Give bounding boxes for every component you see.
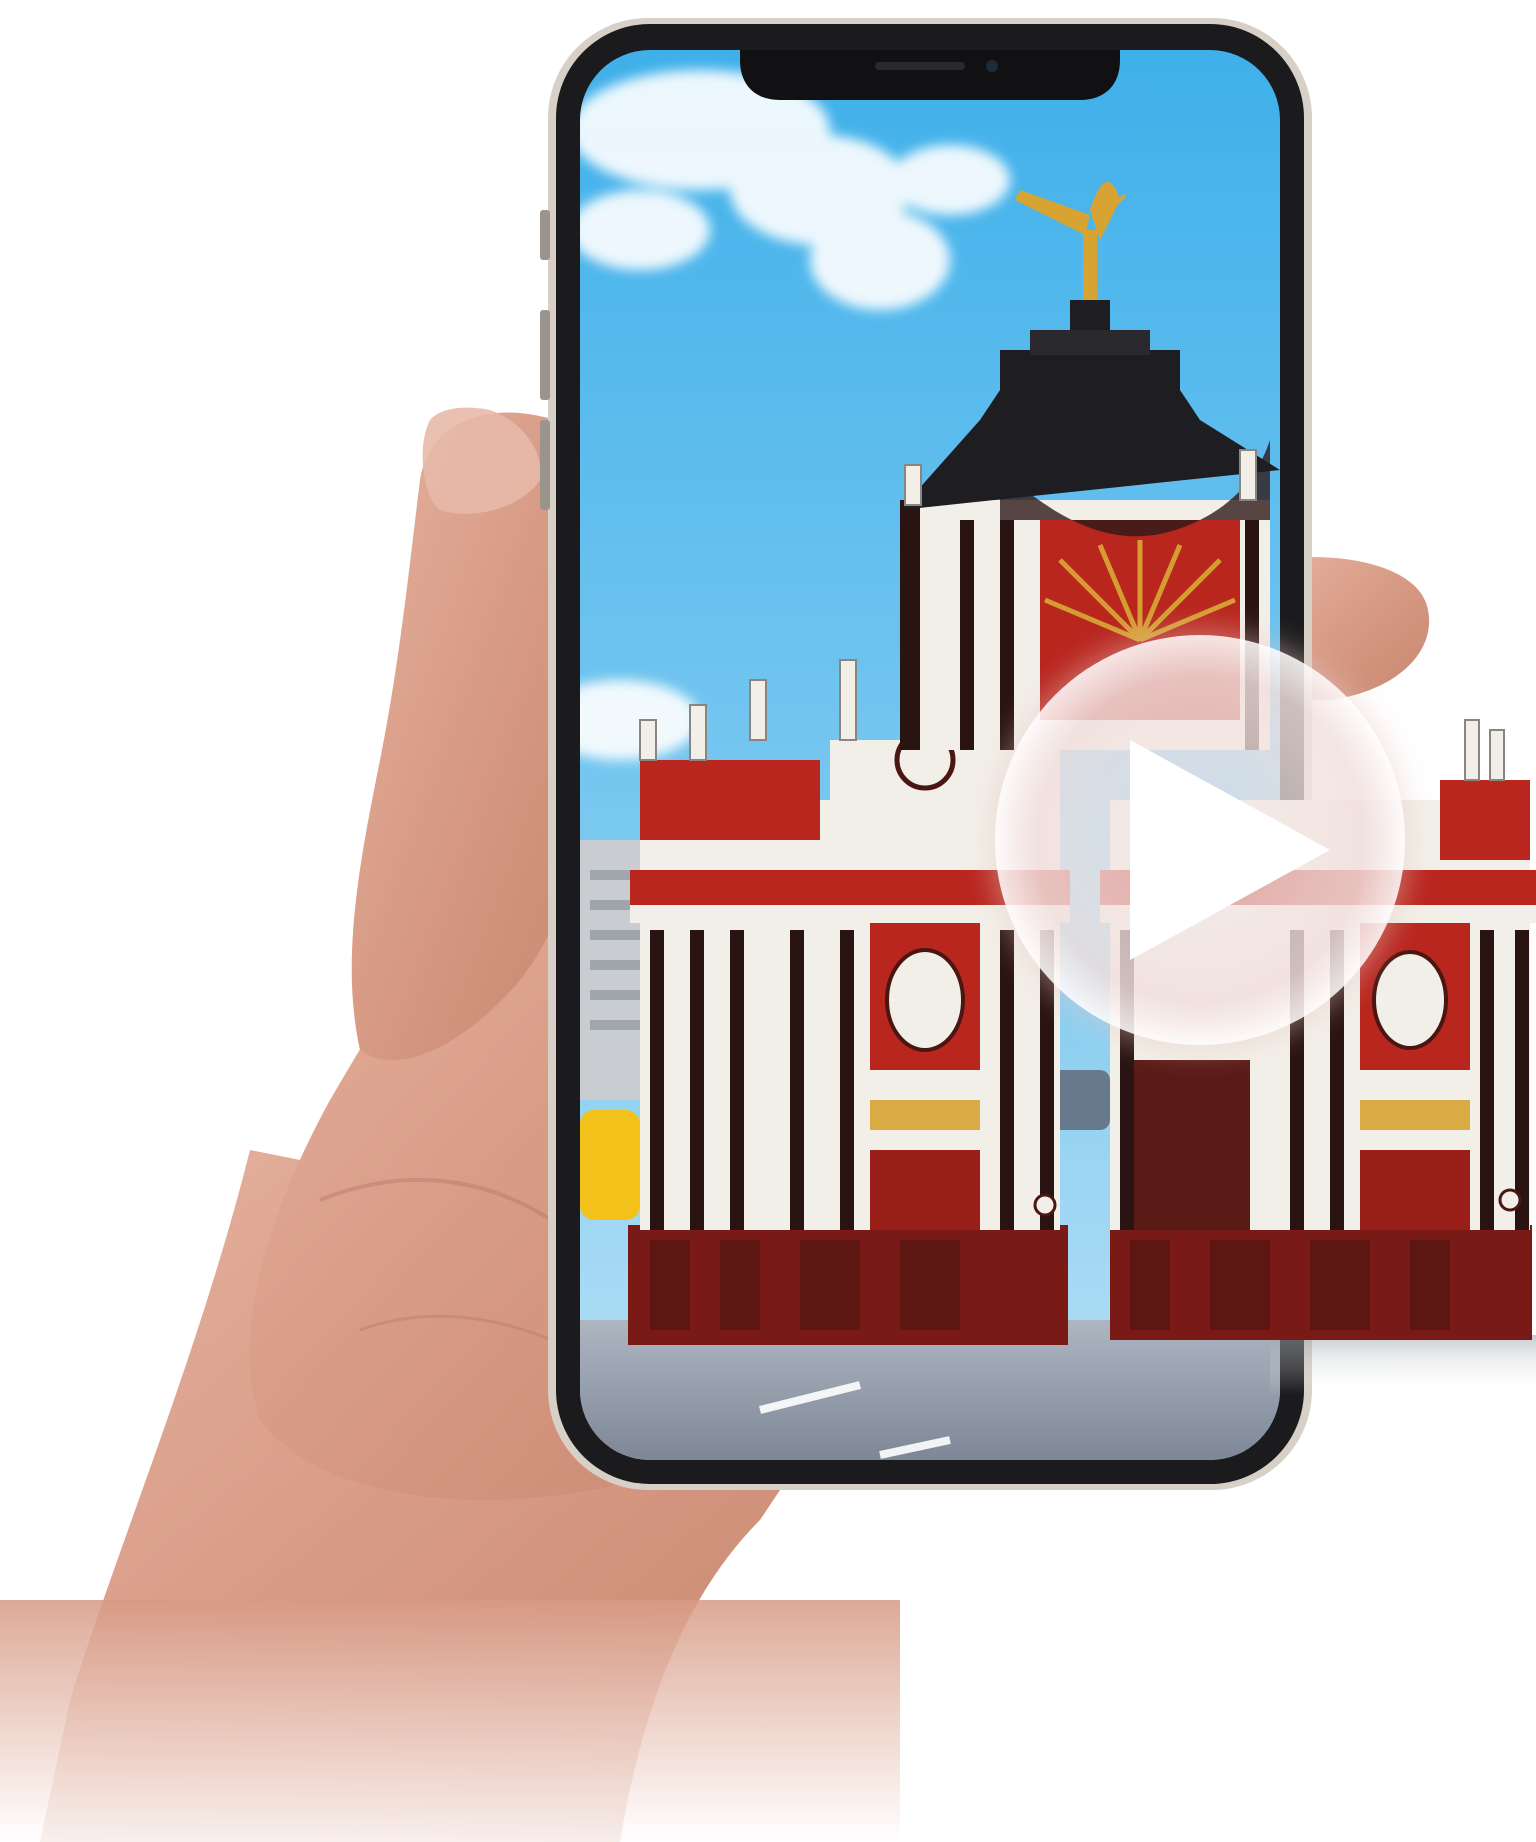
front-camera [986,60,998,72]
play-button[interactable] [990,630,1410,1050]
phone-notch [740,50,1120,100]
ground-shadow [1270,1335,1536,1395]
speaker-grille [875,62,965,70]
side-button-low [540,420,550,510]
wrist-fade [0,1600,900,1842]
taxi-car [580,1110,640,1220]
side-button-mid [540,310,550,400]
ar-phone-scene [0,18,1536,1842]
side-button-top [540,210,550,260]
